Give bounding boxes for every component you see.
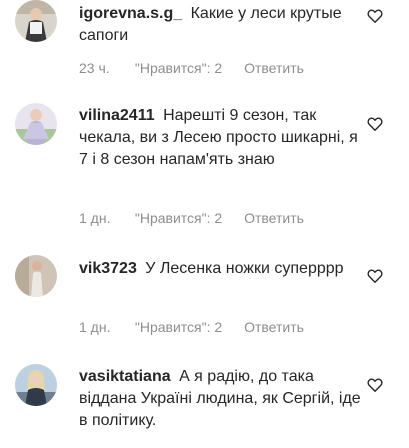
comment-meta: 1 дн. "Нравится": 2 Ответить — [79, 318, 304, 336]
comment-text: igorevna.s.g_ Какие у леси крутые сапоги — [79, 3, 361, 47]
user-avatar-icon — [15, 364, 57, 406]
user-avatar-icon — [15, 103, 57, 145]
heart-outline-icon — [367, 117, 383, 131]
reply-button[interactable]: Ответить — [244, 318, 304, 336]
avatar[interactable] — [15, 103, 57, 145]
comment-likes[interactable]: "Нравится": 2 — [135, 318, 222, 336]
reply-button[interactable]: Ответить — [244, 59, 304, 77]
comment-meta: 23 ч. "Нравится": 2 Ответить — [79, 59, 304, 77]
user-avatar-icon — [15, 255, 57, 297]
like-button[interactable] — [367, 116, 383, 132]
comment-body: У Лесенка ножки суперррр — [145, 260, 344, 277]
heart-outline-icon — [367, 378, 383, 392]
comment-username[interactable]: igorevna.s.g_ — [79, 5, 182, 22]
comment-likes[interactable]: "Нравится": 2 — [135, 209, 222, 227]
reply-button[interactable]: Ответить — [244, 209, 304, 227]
comment-text: vilina2411 Нарешті 9 сезон, так чекала, … — [79, 105, 361, 171]
user-avatar-icon — [15, 0, 57, 42]
heart-outline-icon — [367, 269, 383, 283]
comment-username[interactable]: vik3723 — [79, 260, 137, 277]
comment-username[interactable]: vasiktatiana — [79, 368, 171, 385]
like-button[interactable] — [367, 377, 383, 393]
comment-time[interactable]: 1 дн. — [79, 318, 127, 336]
comment-text: vik3723 У Лесенка ножки суперррр — [79, 258, 361, 280]
heart-outline-icon — [367, 9, 383, 23]
like-button[interactable] — [367, 268, 383, 284]
comment-time[interactable]: 1 дн. — [79, 209, 127, 227]
like-button[interactable] — [367, 8, 383, 24]
comment-time[interactable]: 23 ч. — [79, 59, 127, 77]
comment-meta: 1 дн. "Нравится": 2 Ответить — [79, 209, 304, 227]
avatar[interactable] — [15, 255, 57, 297]
comment-likes[interactable]: "Нравится": 2 — [135, 59, 222, 77]
comment-text: vasiktatiana А я радію, до така віддана … — [79, 366, 361, 432]
avatar[interactable] — [15, 364, 57, 406]
avatar[interactable] — [15, 0, 57, 42]
comment-username[interactable]: vilina2411 — [79, 107, 155, 124]
